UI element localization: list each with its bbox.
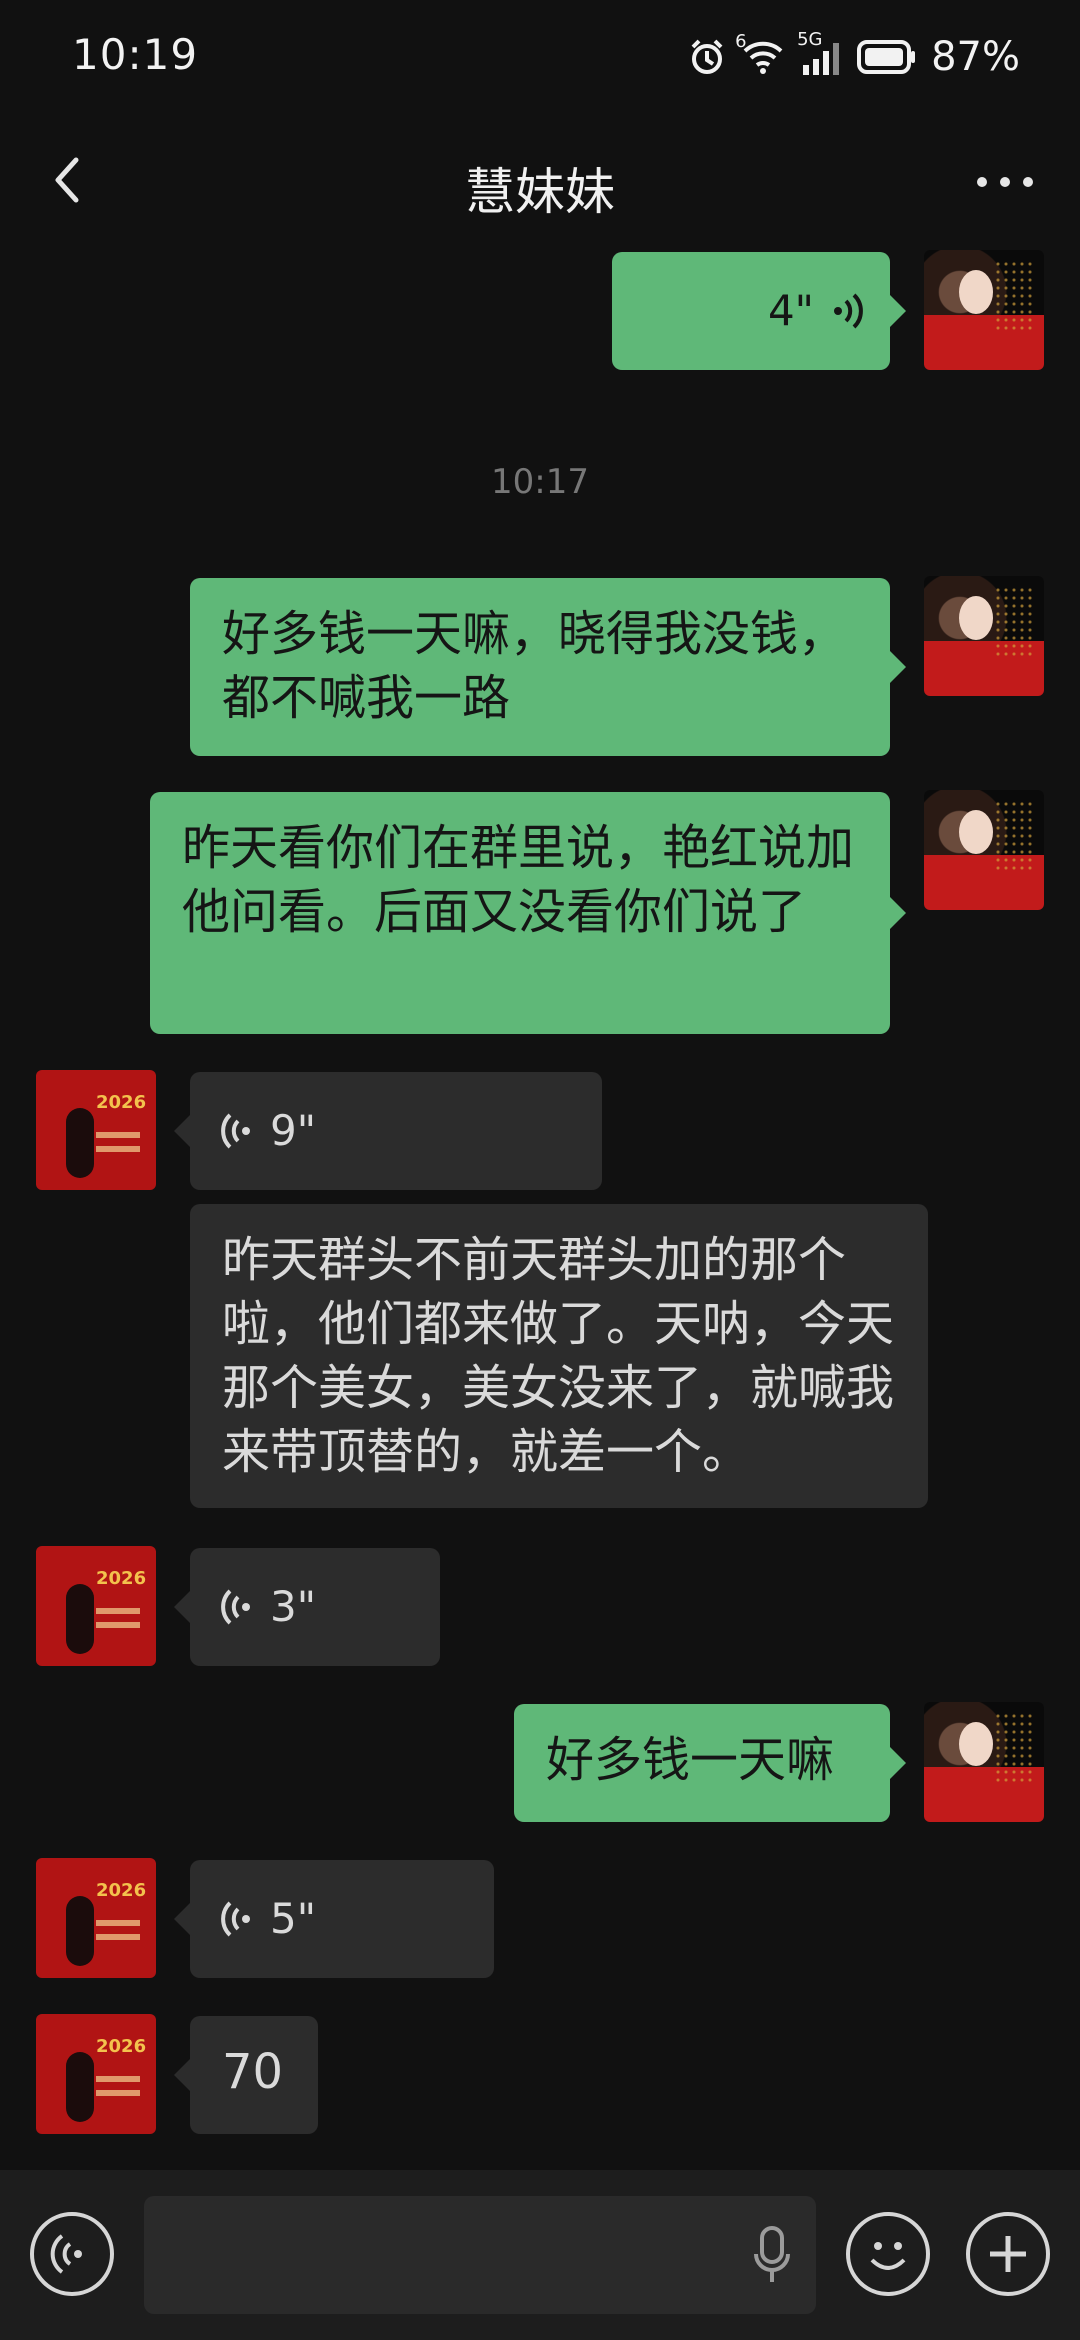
text-message-bubble[interactable]: 昨天看你们在群里说，艳红说加他问看。后面又没看你们说了 bbox=[150, 792, 906, 1034]
avatar-badge-text: 2026 bbox=[96, 1568, 147, 1589]
voice-message-bubble[interactable]: 3" bbox=[174, 1548, 440, 1666]
more-dots-icon bbox=[977, 177, 1033, 187]
voice-wave-icon bbox=[221, 1113, 250, 1149]
status-time: 10:19 bbox=[72, 30, 199, 79]
text-message-bubble[interactable]: 70 bbox=[174, 2016, 318, 2134]
message-text: 好多钱一天嘛 bbox=[546, 1732, 835, 1788]
mic-icon[interactable] bbox=[754, 2226, 790, 2286]
voice-message-bubble[interactable]: 4" bbox=[612, 252, 906, 370]
message-text: 好多钱一天嘛，晓得我没钱，都不喊我一路 bbox=[222, 606, 847, 726]
voice-icon bbox=[50, 2234, 82, 2274]
text-message-bubble[interactable]: 好多钱一天嘛 bbox=[514, 1704, 906, 1822]
battery-icon bbox=[857, 40, 917, 74]
text-message-bubble[interactable]: 昨天群头不前天群头加的那个啦，他们都来做了。天呐，今天那个美女，美女没来了，就喊… bbox=[190, 1204, 928, 1508]
message-text: 70 bbox=[222, 2044, 284, 2100]
voice-duration: 3" bbox=[270, 1582, 317, 1631]
network-type-label: 5G bbox=[797, 29, 823, 50]
my-avatar[interactable] bbox=[924, 250, 1044, 370]
plus-icon bbox=[990, 2236, 1026, 2272]
contact-avatar[interactable]: 2026 bbox=[36, 1546, 156, 1666]
voice-duration: 9" bbox=[270, 1106, 317, 1155]
alarm-icon bbox=[687, 37, 727, 77]
voice-wave-icon bbox=[221, 1901, 250, 1937]
voice-message-bubble[interactable]: 9" bbox=[174, 1072, 602, 1190]
my-avatar[interactable] bbox=[924, 790, 1044, 910]
voice-wave-icon bbox=[221, 1589, 250, 1625]
time-separator: 10:17 bbox=[491, 462, 589, 502]
cellular-signal-icon: 5G bbox=[797, 29, 843, 75]
contact-avatar[interactable]: 2026 bbox=[36, 1070, 156, 1190]
more-button[interactable] bbox=[970, 150, 1040, 210]
avatar-badge-text: 2026 bbox=[96, 2036, 147, 2057]
text-message-bubble[interactable]: 好多钱一天嘛，晓得我没钱，都不喊我一路 bbox=[190, 578, 906, 756]
message-text: 昨天看你们在群里说，艳红说加他问看。后面又没看你们说了 bbox=[182, 820, 855, 940]
message-input[interactable] bbox=[144, 2196, 816, 2314]
contact-avatar[interactable]: 2026 bbox=[36, 2014, 156, 2134]
voice-message-bubble[interactable]: 5" bbox=[174, 1860, 494, 1978]
voice-duration: 5" bbox=[270, 1894, 317, 1943]
plus-button[interactable] bbox=[966, 2212, 1050, 2296]
avatar-badge-text: 2026 bbox=[96, 1880, 147, 1901]
chat-header: 慧妹妹 bbox=[0, 120, 1080, 240]
chat-messages[interactable]: 4" 10:17 好多钱一天嘛，晓得我没钱，都不喊我一路 昨天看你们在群里说，艳… bbox=[0, 240, 1080, 2170]
status-icons: 6 5G 87% bbox=[687, 29, 1020, 80]
wifi-icon: 6 bbox=[735, 31, 785, 75]
my-avatar[interactable] bbox=[924, 1702, 1044, 1822]
voice-duration: 4" bbox=[767, 286, 814, 335]
emoji-button[interactable] bbox=[846, 2212, 930, 2296]
avatar-badge-text: 2026 bbox=[96, 1092, 147, 1113]
input-bar bbox=[0, 2170, 1080, 2340]
my-avatar[interactable] bbox=[924, 576, 1044, 696]
voice-toggle-button[interactable] bbox=[30, 2212, 114, 2296]
status-bar: 10:19 6 5G 87% bbox=[0, 0, 1080, 120]
message-text: 昨天群头不前天群头加的那个啦，他们都来做了。天呐，今天那个美女，美女没来了，就喊… bbox=[222, 1232, 895, 1480]
battery-percent: 87% bbox=[931, 34, 1020, 80]
contact-avatar[interactable]: 2026 bbox=[36, 1858, 156, 1978]
chat-title: 慧妹妹 bbox=[465, 163, 615, 221]
voice-wave-icon bbox=[834, 293, 863, 329]
emoji-icon bbox=[870, 2242, 906, 2270]
wifi-small-label: 6 bbox=[735, 31, 747, 52]
